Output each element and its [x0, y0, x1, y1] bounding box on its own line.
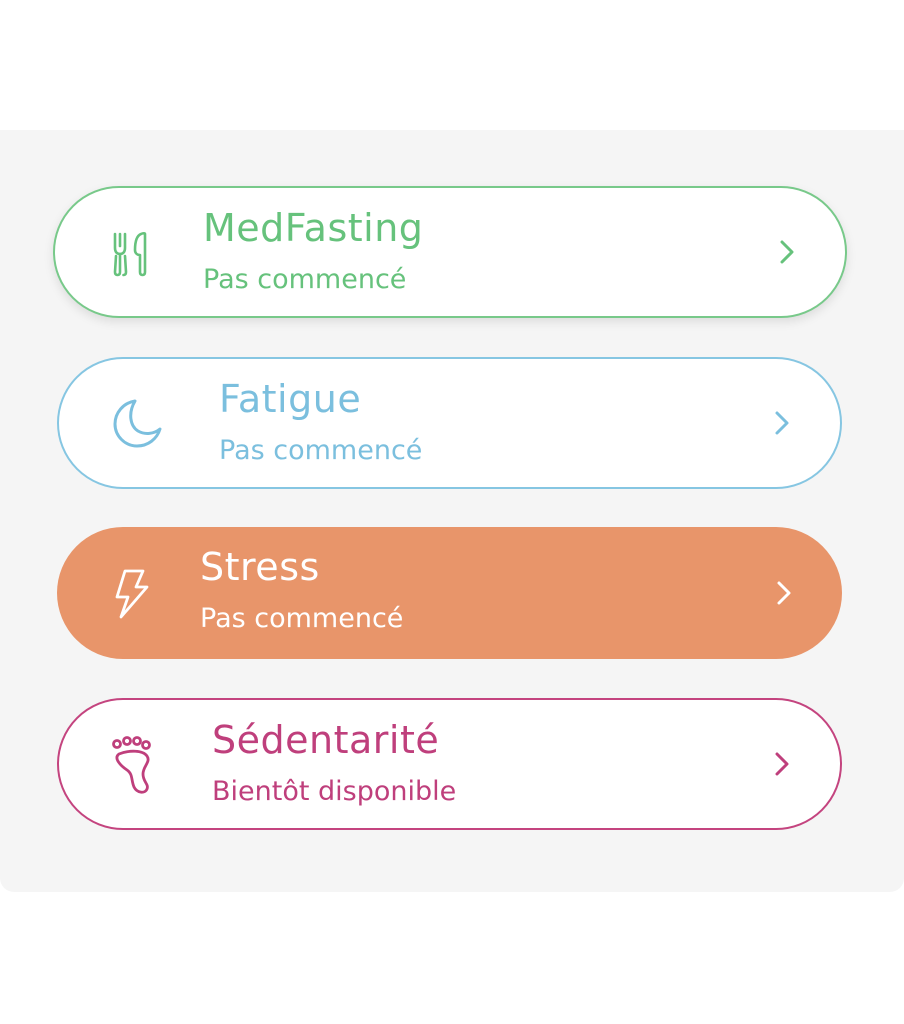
- chevron-right-icon: [770, 746, 794, 782]
- program-title: Sédentarité: [212, 718, 440, 762]
- chevron-right-icon: [770, 405, 794, 441]
- chevron-right-icon: [772, 575, 796, 611]
- program-status: Pas commencé: [203, 264, 407, 295]
- moon-icon: [107, 391, 171, 455]
- program-card-fatigue[interactable]: Fatigue Pas commencé: [57, 357, 842, 489]
- program-status: Pas commencé: [200, 603, 404, 634]
- fork-knife-icon: [101, 220, 165, 284]
- program-card-stress[interactable]: Stress Pas commencé: [57, 527, 842, 659]
- program-status: Bientôt disponible: [212, 776, 457, 807]
- program-title: Fatigue: [219, 377, 362, 421]
- program-status: Pas commencé: [219, 435, 423, 466]
- chevron-right-icon: [775, 234, 799, 270]
- program-title: Stress: [200, 545, 320, 589]
- footprint-icon: [103, 732, 167, 796]
- program-card-medfasting[interactable]: MedFasting Pas commencé: [53, 186, 847, 318]
- program-title: MedFasting: [203, 206, 424, 250]
- lightning-icon: [99, 561, 163, 625]
- program-card-sedentarite[interactable]: Sédentarité Bientôt disponible: [57, 698, 842, 830]
